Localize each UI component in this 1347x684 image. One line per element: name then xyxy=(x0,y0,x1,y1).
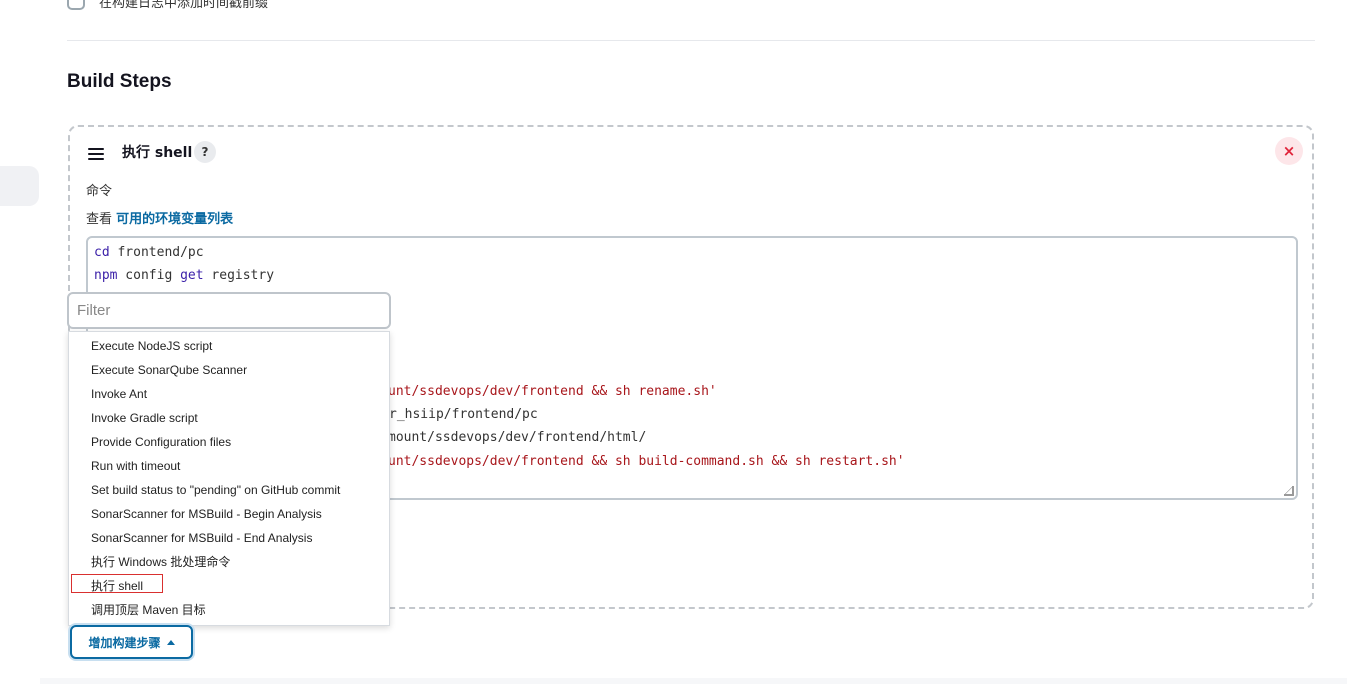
dropdown-item[interactable]: Execute NodeJS script xyxy=(91,336,212,356)
env-vars-row: 查看 可用的环境变量列表 xyxy=(86,208,233,227)
dropdown-item[interactable]: SonarScanner for MSBuild - Begin Analysi… xyxy=(91,504,322,524)
resize-grip-icon[interactable] xyxy=(1284,486,1294,496)
footer-bar xyxy=(40,678,1347,684)
code-line: r_hsiip/frontend/pc xyxy=(389,407,538,422)
section-divider xyxy=(67,40,1315,41)
dropdown-item[interactable]: Run with timeout xyxy=(91,456,180,476)
caret-up-icon xyxy=(166,639,175,645)
timestamp-checkbox-label: 在构建日志中添加时间戳前缀 xyxy=(99,0,269,11)
help-icon[interactable]: ? xyxy=(194,141,216,163)
command-label: 命令 xyxy=(86,184,113,199)
close-icon[interactable]: × xyxy=(1275,137,1303,165)
timestamp-checkbox[interactable] xyxy=(67,0,85,10)
highlight-annotation xyxy=(71,574,163,593)
filter-input[interactable]: Filter xyxy=(67,292,391,329)
dropdown-item[interactable]: Execute SonarQube Scanner xyxy=(91,360,247,380)
drag-handle-icon[interactable] xyxy=(88,148,104,160)
section-title: Build Steps xyxy=(67,71,172,92)
code-line: mount/ssdevops/dev/frontend/html/ xyxy=(388,430,647,445)
add-build-step-button[interactable]: 增加构建步骤 xyxy=(70,625,193,659)
dropdown-item[interactable]: Set build status to "pending" on GitHub … xyxy=(91,480,340,500)
dropdown-item[interactable]: Invoke Ant xyxy=(91,384,147,404)
env-prefix: 查看 xyxy=(86,212,113,227)
timestamp-option-row[interactable]: 在构建日志中添加时间戳前缀 xyxy=(67,0,268,12)
add-build-step-label: 增加构建步骤 xyxy=(88,635,161,650)
dropdown-item[interactable]: Provide Configuration files xyxy=(91,432,231,452)
dropdown-item[interactable]: Invoke Gradle script xyxy=(91,408,198,428)
dropdown-item[interactable]: 调用顶层 Maven 目标 xyxy=(91,600,206,620)
code-line: npm config get registry xyxy=(94,268,275,283)
code-line: unt/ssdevops/dev/frontend && sh build-co… xyxy=(388,454,905,469)
env-vars-link[interactable]: 可用的环境变量列表 xyxy=(116,212,233,227)
code-line: cd frontend/pc xyxy=(94,245,204,260)
dropdown-item[interactable]: SonarScanner for MSBuild - End Analysis xyxy=(91,528,312,548)
code-line: unt/ssdevops/dev/frontend && sh rename.s… xyxy=(388,384,717,399)
step-title: 执行 shell xyxy=(122,145,193,161)
dropdown-item[interactable]: 执行 Windows 批处理命令 xyxy=(91,552,230,572)
sidebar-tab[interactable] xyxy=(0,166,39,206)
